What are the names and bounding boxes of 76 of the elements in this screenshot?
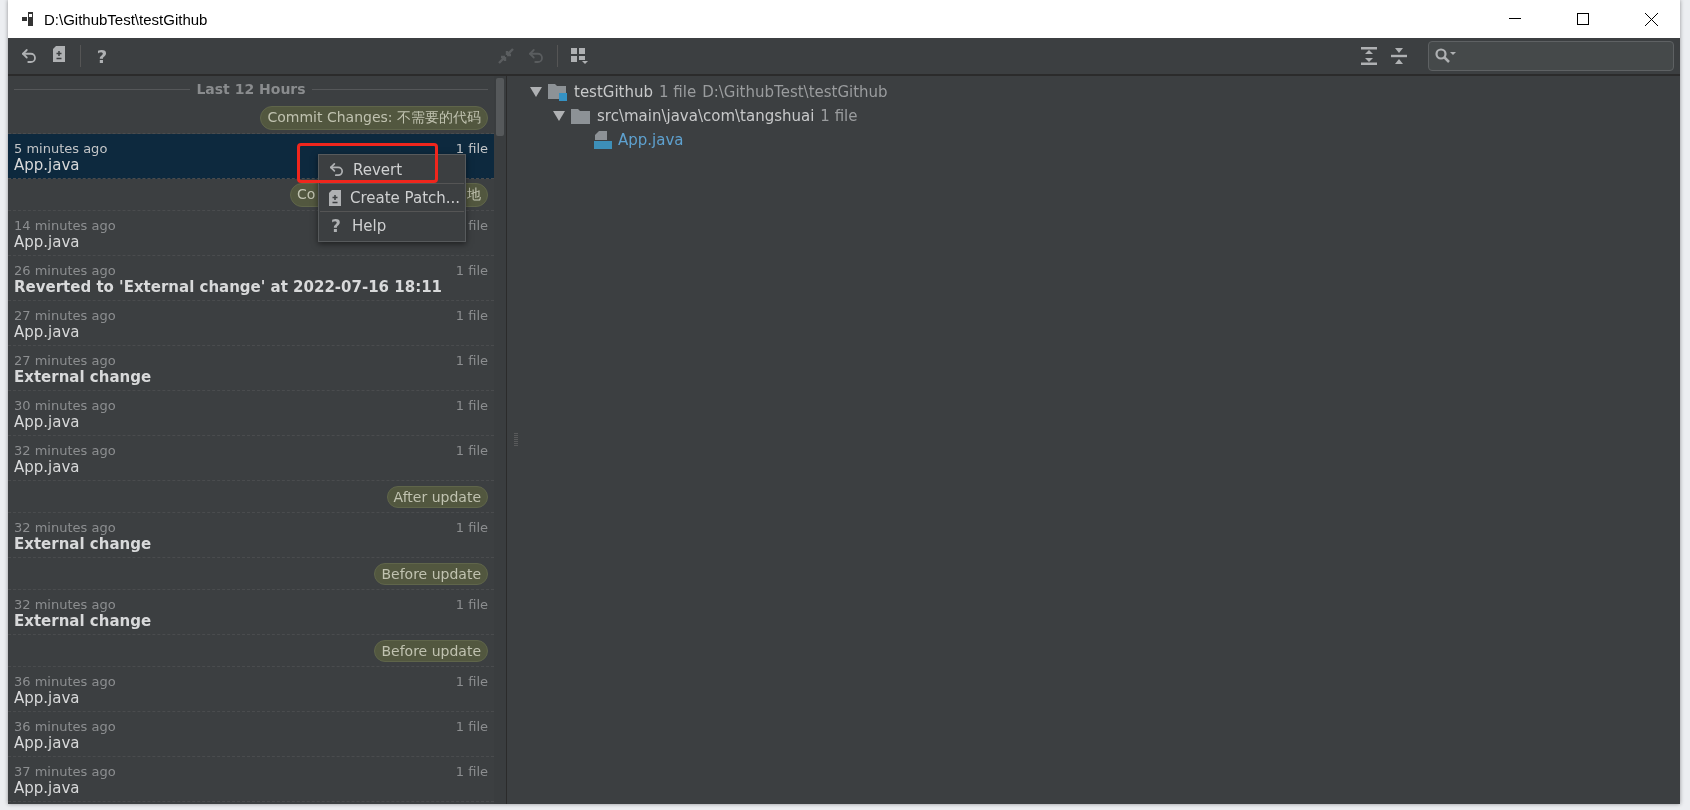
window-title: D:\GithubTest\testGithub [44, 10, 209, 28]
label-text: Before update [381, 565, 481, 582]
file-name[interactable]: App.java [618, 131, 684, 149]
change-title: External change [14, 535, 152, 555]
menu-item-label: Create Patch... [350, 188, 461, 207]
time-text: 26 minutes ago [14, 263, 116, 278]
change-title: External change [14, 612, 152, 632]
time-text: 36 minutes ago [14, 674, 116, 689]
time-text: 27 minutes ago [14, 308, 116, 323]
change-title: App.java [14, 458, 80, 478]
change-title: App.java [14, 156, 80, 176]
time-text: 37 minutes ago [14, 764, 116, 779]
label-text: Co [297, 185, 316, 204]
app-icon [22, 12, 34, 26]
scrollbar[interactable] [494, 76, 506, 804]
file-count: 1 file [455, 353, 488, 368]
file-count: 1 file [455, 597, 488, 612]
file-count: 1 file [455, 141, 488, 156]
scrollbar-thumb[interactable] [496, 78, 504, 136]
menu-item-label: Revert [353, 160, 403, 179]
close-icon [1644, 12, 1658, 26]
time-text: 27 minutes ago [14, 353, 116, 368]
menu-item[interactable]: ? Help [320, 212, 464, 240]
folder-name[interactable]: src\main\java\com\tangshuai [597, 107, 815, 125]
label-text: Before update [381, 642, 481, 659]
time-text: 14 minutes ago [14, 218, 116, 233]
expanded-arrow-icon[interactable] [530, 86, 542, 98]
file-count: 1 file [820, 107, 858, 125]
folder-name[interactable]: testGithub [574, 83, 653, 101]
patch-icon [52, 45, 66, 63]
change-title: App.java [14, 689, 80, 709]
file-count: 1 file [455, 520, 488, 535]
menu-item[interactable]: Create Patch... [320, 184, 464, 212]
time-text: 32 minutes ago [14, 520, 116, 535]
label-text: 地 [467, 185, 481, 204]
toolbar-button[interactable]: ? [87, 42, 117, 70]
minimize-icon [1509, 18, 1521, 20]
java-file-icon [594, 131, 612, 149]
file-count: 1 file [455, 398, 488, 413]
search-field[interactable] [1428, 41, 1674, 71]
folder-path: D:\GithubTest\testGithub [702, 83, 888, 101]
file-count: 1 file [455, 764, 488, 779]
folder-icon [571, 108, 591, 124]
change-title: App.java [14, 233, 80, 253]
change-title: App.java [14, 323, 80, 343]
label-text: After update [393, 488, 481, 505]
file-count: 1 file [455, 674, 488, 689]
time-text: 36 minutes ago [14, 719, 116, 734]
menu-item-label: Help [352, 217, 387, 235]
file-count: 1 file [455, 308, 488, 323]
change-title: External change [14, 368, 152, 388]
grip-icon [513, 433, 518, 447]
change-title: App.java [14, 413, 80, 433]
change-title: App.java [14, 779, 80, 799]
time-text: 32 minutes ago [14, 443, 116, 458]
expanded-arrow-icon[interactable] [553, 110, 565, 122]
file-count: 1 file [455, 443, 488, 458]
time-text: 32 minutes ago [14, 597, 116, 612]
time-text: 5 minutes ago [14, 141, 108, 156]
time-text: 30 minutes ago [14, 398, 116, 413]
file-count: file [468, 218, 488, 233]
change-title: Reverted to 'External change' at 2022-07-16 18:11 [14, 278, 443, 298]
group-header: Last 12 Hours [196, 81, 306, 97]
help-glyph: ? [330, 216, 342, 236]
maximize-icon [1577, 13, 1589, 25]
undo-icon [328, 161, 345, 178]
search-icon [1435, 48, 1457, 64]
patch-icon [328, 188, 342, 207]
file-count: 1 file [659, 83, 697, 101]
change-title: App.java [14, 734, 80, 754]
file-count: 1 file [455, 263, 488, 278]
help-glyph: ? [96, 45, 108, 67]
file-count: 1 file [455, 719, 488, 734]
menu-item[interactable]: Revert [320, 156, 464, 184]
module-folder-icon [548, 83, 568, 101]
label-text: Commit Changes: 不需要的代码 [267, 108, 481, 127]
